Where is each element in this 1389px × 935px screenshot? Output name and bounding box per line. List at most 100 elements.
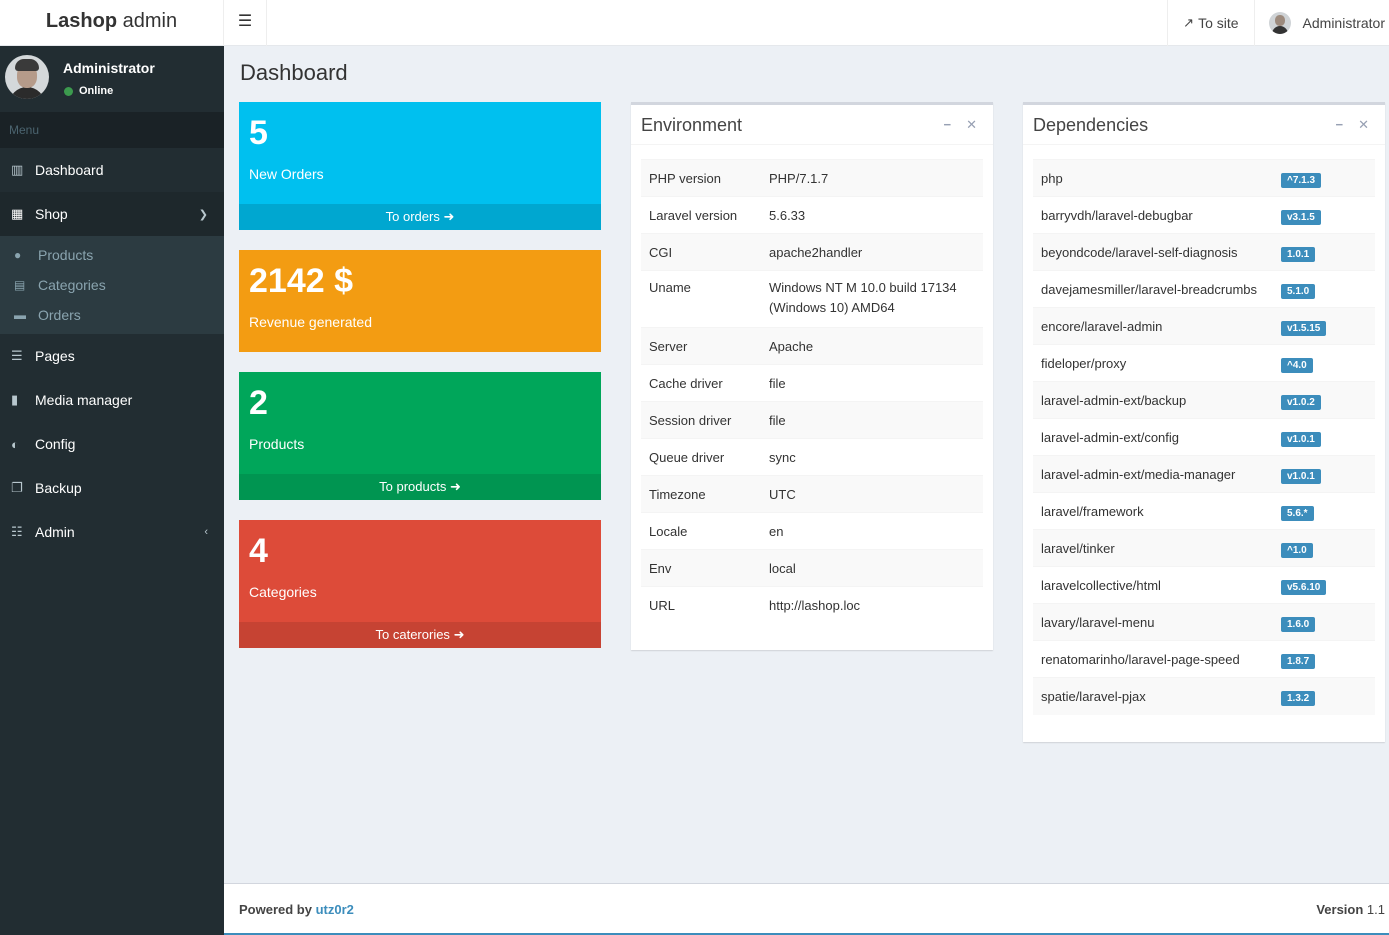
env-value: sync [761,438,983,476]
list-alt-icon: ☰ [11,348,23,363]
chevron-down-icon: ❯ [198,208,208,221]
env-value: PHP/7.1.7 [761,159,983,197]
top-header: Lashop admin ☰ ↗ To site Administrator [0,0,1389,46]
collapse-icon[interactable]: − [1336,117,1344,133]
table-row: laravel/tinker ^1.0 [1033,529,1375,567]
env-key: Server [641,327,761,365]
main-footer: Powered by utz0r2 Version 1.1 [224,883,1389,935]
powered-by: Powered by utz0r2 [239,902,354,917]
table-row: renatomarinho/laravel-page-speed 1.8.7 [1033,640,1375,678]
table-row: URL http://lashop.loc [641,586,983,624]
stat-box-categories: 4 Categories To caterories ➜ [239,520,601,648]
to-orders-link[interactable]: To orders ➜ [239,204,601,230]
dependencies-box: Dependencies − ✕ php ^7.1.3 barryvdh/larav… [1023,102,1385,742]
building-icon: ▤ [14,278,26,292]
table-row: laravelcollective/html v5.6.10 [1033,566,1375,604]
version-badge: 1.6.0 [1281,617,1316,632]
dependency-name: laravelcollective/html [1033,566,1273,604]
table-row: PHP version PHP/7.1.7 [641,159,983,197]
dependencies-table: php ^7.1.3 barryvdh/laravel-debugbar v3.1.5… [1033,159,1375,715]
box-tools: − ✕ [944,117,978,133]
table-row: barryvdh/laravel-debugbar v3.1.5 [1033,196,1375,234]
box-header: Dependencies − ✕ [1023,105,1385,145]
sidebar-subitem-products[interactable]: ● Products [0,240,224,270]
to-products-link[interactable]: To products ➜ [239,474,601,500]
cart-icon: ▬ [14,308,26,322]
table-row: CGI apache2handler [641,233,983,271]
arrow-circle-right-icon: ➜ [449,479,461,494]
shop-submenu: ● Products ▤ Categories ▬ Orders [0,236,224,334]
table-row: Queue driver sync [641,438,983,476]
env-key: Locale [641,512,761,550]
logo[interactable]: Lashop admin [0,0,224,46]
user-avatar [5,55,49,99]
sidebar-item-backup[interactable]: ❐ Backup [0,466,224,510]
dependency-name: laravel/framework [1033,492,1273,530]
env-value: apache2handler [761,233,983,271]
version-badge: 1.0.1 [1281,247,1316,262]
sidebar-subitem-orders[interactable]: ▬ Orders [0,300,224,330]
collapse-icon[interactable]: − [944,117,952,133]
sidebar-item-shop[interactable]: ▦ Shop ❯ [0,192,224,236]
box-header: Environment − ✕ [631,105,993,145]
dependency-name: barryvdh/laravel-debugbar [1033,196,1273,234]
dependency-name: davejamesmiller/laravel-breadcrumbs [1033,270,1273,308]
table-row: beyondcode/laravel-self-diagnosis 1.0.1 [1033,233,1375,271]
version-badge: 1.3.2 [1281,691,1316,706]
table-row: laravel/framework 5.6.* [1033,492,1375,530]
sidebar-item-dashboard[interactable]: ▥ Dashboard [0,148,224,192]
dependency-name: renatomarinho/laravel-page-speed [1033,640,1273,678]
stat-value: 2 [249,384,268,422]
stat-label: Products [249,436,305,452]
user-menu[interactable]: Administrator [1253,0,1389,46]
sidebar-item-media-manager[interactable]: ▮ Media manager [0,378,224,422]
env-key: Env [641,549,761,587]
author-link[interactable]: utz0r2 [316,902,354,917]
menu-icon: ☰ [237,13,253,30]
box-tools: − ✕ [1336,117,1370,133]
table-row: fideloper/proxy ^4.0 [1033,344,1375,382]
version-badge: v3.1.5 [1281,210,1321,225]
to-categories-link[interactable]: To caterories ➜ [239,622,601,648]
close-icon[interactable]: ✕ [966,117,977,133]
table-row: laravel-admin-ext/config v1.0.1 [1033,418,1375,456]
env-key: Queue driver [641,438,761,476]
dependency-name: beyondcode/laravel-self-diagnosis [1033,233,1273,271]
sidebar-item-config[interactable]: ◐ Config [0,422,224,466]
table-row: Timezone UTC [641,475,983,513]
file-icon: ▮ [11,392,19,407]
version-badge: v1.0.1 [1281,432,1321,447]
sidebar-subitem-categories[interactable]: ▤ Categories [0,270,224,300]
environment-table: PHP version PHP/7.1.7 Laravel version 5.6.3… [641,159,983,624]
external-link-icon: ↗ [1183,15,1195,30]
user-name: Administrator [63,60,155,76]
stat-label: Categories [249,584,317,600]
table-row: Laravel version 5.6.33 [641,196,983,234]
table-row: Server Apache [641,327,983,365]
sidebar: Administrator Online Menu ▥ Dashboard ▦ … [0,46,224,935]
box-title: Dependencies [1033,115,1149,135]
to-site-link[interactable]: ↗ To site [1167,0,1253,46]
version-badge: v1.0.1 [1281,469,1321,484]
environment-box: Environment − ✕ PHP version PHP/7.1.7 Lara… [631,102,993,650]
version-badge: v5.6.10 [1281,580,1327,595]
version-badge: 1.8.7 [1281,654,1316,669]
shopping-basket-icon: ▦ [11,206,24,221]
stat-label: Revenue generated [249,314,372,330]
sidebar-item-admin[interactable]: ☷ Admin ‹ [0,510,224,554]
stat-value: 4 [249,532,268,570]
env-value: Apache [761,327,983,365]
product-hunt-icon: ● [14,248,22,262]
env-key: Session driver [641,401,761,439]
close-icon[interactable]: ✕ [1358,117,1369,133]
dependency-name: laravel-admin-ext/config [1033,418,1273,456]
env-value: file [761,364,983,402]
toggle-icon: ◐ [11,436,19,452]
version-badge: 5.1.0 [1281,284,1316,299]
env-key: URL [641,586,761,624]
env-key: Timezone [641,475,761,513]
dependency-name: laravel-admin-ext/backup [1033,381,1273,419]
sidebar-item-pages[interactable]: ☰ Pages [0,334,224,378]
top-nav: ↗ To site Administrator [1167,0,1389,46]
sidebar-toggle-button[interactable]: ☰ [224,0,267,46]
